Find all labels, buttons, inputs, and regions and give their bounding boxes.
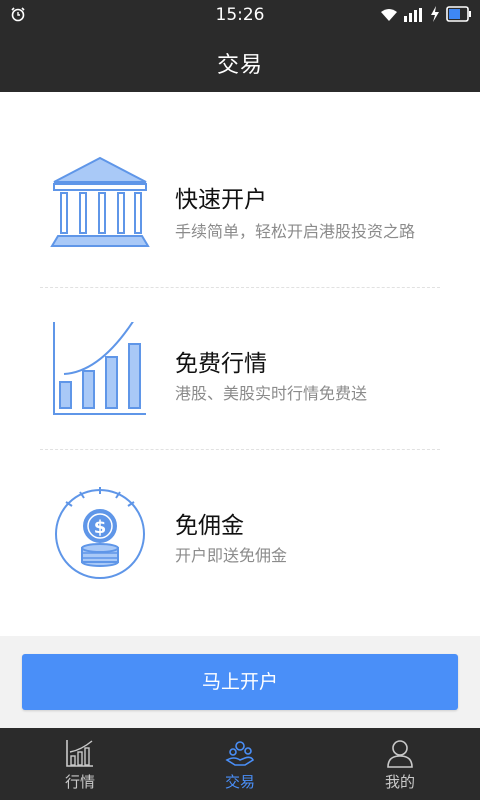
feature-title: 免费行情 [175,351,267,377]
tab-label: 行情 [64,773,95,791]
signal-icon [404,7,424,26]
bank-building-icon [50,152,150,252]
divider [40,287,440,288]
features-panel: 快速开户 手续简单，轻松开启港股投资之路 免费行情 港股、美股实时行情免费送 $… [0,92,480,636]
tab-trade[interactable]: 交易 [160,728,320,800]
bar-chart-growth-icon [50,319,150,422]
divider [40,449,440,450]
market-chart-icon [65,738,95,768]
cta-area: 马上开户 [0,636,480,728]
page-title: 交易 [216,53,263,78]
status-bar: 15:26 [0,0,480,30]
battery-icon [446,6,472,26]
dollar-coins-icon: $ [50,484,150,584]
tab-label: 我的 [384,773,415,791]
feature-no-commission: $ 免佣金 开户即送免佣金 [0,454,480,604]
trade-icon [225,738,255,768]
bottom-tab-bar: 行情 交易 我的 [0,728,480,800]
feature-title: 免佣金 [175,513,244,539]
wifi-icon [380,7,398,26]
tab-profile[interactable]: 我的 [320,728,480,800]
feature-open-account: 快速开户 手续简单，轻松开启港股投资之路 [0,122,480,272]
tab-market[interactable]: 行情 [0,728,160,800]
feature-free-quotes: 免费行情 港股、美股实时行情免费送 [0,292,480,442]
profile-icon [385,738,415,768]
tab-label: 交易 [224,773,255,791]
header: 交易 [0,30,480,92]
feature-title: 快速开户 [175,187,267,213]
open-account-button[interactable]: 马上开户 [22,654,458,710]
feature-subtitle: 手续简单，轻松开启港股投资之路 [175,222,416,241]
svg-text:$: $ [94,517,107,538]
charging-icon [430,6,440,26]
feature-subtitle: 港股、美股实时行情免费送 [175,384,368,403]
feature-subtitle: 开户即送免佣金 [175,546,288,565]
